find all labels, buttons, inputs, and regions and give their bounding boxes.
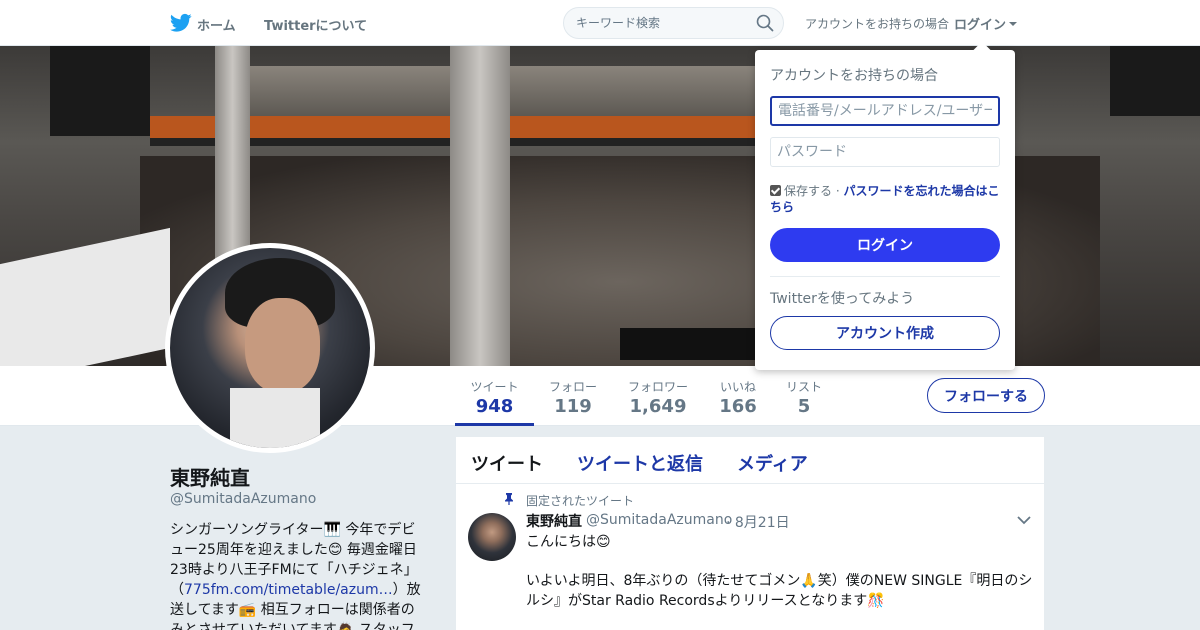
signup-button[interactable]: アカウント作成 bbox=[770, 316, 1000, 350]
tab-tweets-and-replies[interactable]: ツイートと返信 bbox=[577, 450, 703, 476]
top-navigation: ホーム Twitterについて アカウントをお持ちの場合 ログイン bbox=[0, 0, 1200, 46]
search-input[interactable] bbox=[576, 8, 746, 38]
stat-label: リスト bbox=[785, 380, 822, 394]
stat-value: 5 bbox=[797, 396, 811, 417]
chevron-down-icon[interactable] bbox=[1017, 515, 1031, 525]
banner-speaker bbox=[1110, 46, 1200, 116]
stat-label: フォロワー bbox=[627, 380, 688, 394]
login-button[interactable]: ログイン bbox=[770, 228, 1000, 262]
tweet-avatar[interactable] bbox=[468, 513, 516, 561]
follow-button[interactable]: フォローする bbox=[927, 378, 1045, 413]
stat-tweets[interactable]: ツイート 948 bbox=[455, 366, 534, 426]
remember-me-checkbox[interactable] bbox=[770, 185, 781, 196]
tweet-text: こんにちは😊 bbox=[526, 534, 611, 550]
banner-pillar bbox=[450, 46, 510, 366]
timeline-tabs: ツイート ツイートと返信 メディア bbox=[456, 437, 1044, 484]
password-field[interactable] bbox=[770, 137, 1000, 167]
pin-icon bbox=[505, 493, 513, 505]
tab-tweets[interactable]: ツイート bbox=[471, 450, 543, 476]
login-link[interactable]: ログイン bbox=[954, 14, 1006, 33]
profile-handle[interactable]: @SumitadaAzumano bbox=[170, 491, 316, 507]
stat-value: 119 bbox=[554, 396, 592, 417]
timeline: ツイート ツイートと返信 メディア 固定されたツイート 東野純直 @Sumita… bbox=[456, 437, 1044, 630]
remember-me-label: 保存する · bbox=[784, 184, 840, 198]
profile-avatar[interactable] bbox=[165, 243, 375, 453]
bio-link[interactable]: 775fm.com/timetable/azum… bbox=[184, 582, 393, 598]
try-twitter-text: Twitterを使ってみよう bbox=[770, 291, 915, 307]
banner-keyboard bbox=[620, 328, 760, 360]
banner-speaker bbox=[50, 46, 150, 136]
banner-stage bbox=[0, 227, 170, 366]
stat-followers[interactable]: フォロワー 1,649 bbox=[620, 366, 696, 426]
profile-name[interactable]: 東野純直 bbox=[170, 462, 250, 491]
divider bbox=[770, 276, 1000, 277]
stat-lists[interactable]: リスト 5 bbox=[780, 366, 828, 426]
avatar-shirt bbox=[230, 388, 320, 448]
stat-following[interactable]: フォロー 119 bbox=[541, 366, 605, 426]
stat-value: 166 bbox=[719, 396, 757, 417]
nav-home-link[interactable]: ホーム bbox=[197, 15, 236, 34]
avatar-face bbox=[245, 298, 320, 393]
stat-value: 948 bbox=[475, 396, 514, 417]
caret-down-icon[interactable] bbox=[1009, 22, 1017, 26]
search-box bbox=[563, 7, 784, 39]
username-field[interactable] bbox=[770, 96, 1000, 126]
tweet-author-name[interactable]: 東野純直 bbox=[526, 511, 582, 531]
tweet-author-handle[interactable]: @SumitadaAzumano bbox=[586, 512, 732, 528]
tweet-text: いよいよ明日、8年ぶりの（待たせてゴメン🙏笑）僕のNEW SINGLE『明日のシ… bbox=[526, 573, 1033, 609]
nav-about-link[interactable]: Twitterについて bbox=[264, 15, 367, 34]
stat-likes[interactable]: いいね 166 bbox=[712, 366, 764, 426]
profile-bio: シンガーソングライター🎹 今年でデビュー25周年を迎えました😊 毎週金曜日23時… bbox=[170, 520, 425, 630]
tweet-date[interactable]: · 8月21日 bbox=[726, 512, 790, 532]
pinned-tweet-label: 固定されたツイート bbox=[526, 494, 635, 508]
stat-value: 1,649 bbox=[629, 396, 687, 417]
login-dropdown-title: アカウントをお持ちの場合 bbox=[770, 68, 938, 84]
stat-label: いいね bbox=[719, 380, 756, 394]
tab-media[interactable]: メディア bbox=[737, 450, 808, 476]
stat-label: フォロー bbox=[548, 380, 597, 394]
twitter-bird-icon[interactable] bbox=[170, 13, 192, 33]
stat-label: ツイート bbox=[470, 380, 519, 394]
search-icon[interactable] bbox=[756, 14, 774, 32]
login-dropdown: アカウントをお持ちの場合 保存する · パスワードを忘れた場合はこちら ログイン… bbox=[755, 41, 1015, 370]
remember-me-row: 保存する · パスワードを忘れた場合はこちら bbox=[770, 183, 1005, 215]
login-prompt-text: アカウントをお持ちの場合 bbox=[805, 17, 950, 31]
